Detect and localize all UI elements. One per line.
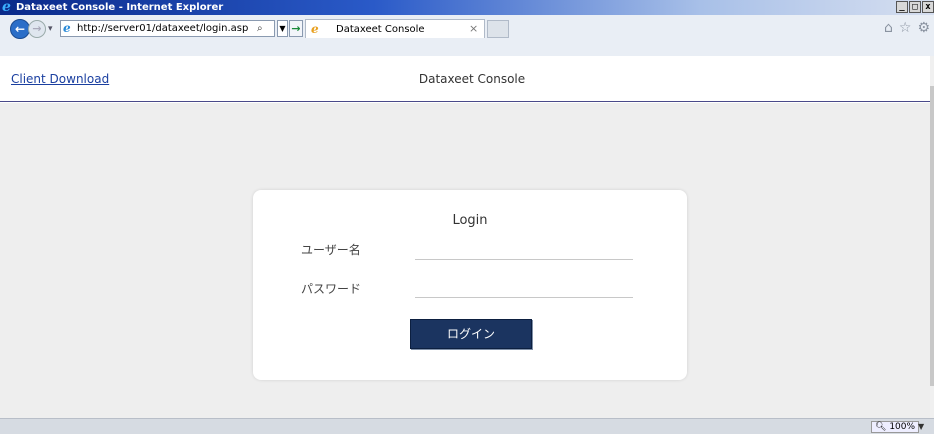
search-icon[interactable]: ⌕ (257, 22, 263, 35)
gear-icon[interactable]: ⚙ (917, 20, 930, 36)
maximize-button[interactable]: □ (909, 1, 921, 13)
client-download-link[interactable]: Client Download (11, 71, 109, 87)
address-bar[interactable]: e http://server01/dataxeet/login.asp ⌕ (60, 20, 275, 37)
tab-dataxeet-console[interactable]: e Dataxeet Console × (305, 19, 485, 38)
zoom-level: 100% (889, 422, 916, 432)
address-url: http://server01/dataxeet/login.asp (77, 23, 249, 34)
password-field[interactable] (415, 280, 633, 298)
go-button[interactable]: → (289, 20, 303, 37)
username-label: ユーザー名 (301, 243, 361, 257)
minimize-button[interactable]: _ (896, 1, 908, 13)
scrollbar-thumb[interactable] (930, 86, 934, 386)
page-content: Client Download Dataxeet Console Login ユ… (0, 56, 930, 418)
login-button[interactable]: ログイン (410, 319, 532, 349)
vertical-scrollbar[interactable] (930, 56, 934, 418)
home-icon[interactable]: ⌂ (884, 20, 893, 36)
status-bar: 🔍︎ 100% ▼ (0, 418, 934, 434)
page-title: Dataxeet Console (418, 72, 526, 86)
login-card: Login ユーザー名 パスワード ログイン (253, 190, 687, 380)
close-button[interactable]: x (922, 1, 934, 13)
page-header: Client Download Dataxeet Console (0, 56, 930, 102)
zoom-level-button[interactable]: 🔍︎ 100% (871, 421, 920, 433)
back-button[interactable]: ← (10, 19, 30, 39)
page-favicon-icon: e (63, 21, 71, 35)
tab-close-icon[interactable]: × (469, 22, 478, 36)
address-dropdown-icon[interactable]: ▼ (277, 20, 288, 37)
password-label: パスワード (301, 282, 362, 296)
tab-label: Dataxeet Console (336, 24, 425, 35)
username-field[interactable] (415, 242, 633, 260)
tab-favicon-icon: e (311, 22, 319, 36)
browser-window: e Dataxeet Console - Internet Explorer _… (0, 0, 934, 434)
forward-button[interactable]: → (28, 20, 46, 38)
login-title: Login (452, 213, 488, 228)
new-tab-button[interactable] (487, 20, 509, 38)
toolbar-icons: ⌂ ☆ ⚙ (884, 20, 930, 36)
navigation-bar: ← → ▾ e http://server01/dataxeet/login.a… (0, 15, 934, 56)
window-title: Dataxeet Console - Internet Explorer (16, 2, 224, 13)
zoom-dropdown-icon[interactable]: ▼ (918, 421, 924, 433)
internet-explorer-icon: e (2, 0, 11, 15)
zoom-icon: 🔍︎ (875, 422, 887, 432)
window-controls: _ □ x (896, 1, 934, 13)
title-bar: e Dataxeet Console - Internet Explorer _… (0, 0, 934, 15)
favorites-star-icon[interactable]: ☆ (899, 20, 912, 36)
history-dropdown-icon[interactable]: ▾ (48, 23, 53, 35)
